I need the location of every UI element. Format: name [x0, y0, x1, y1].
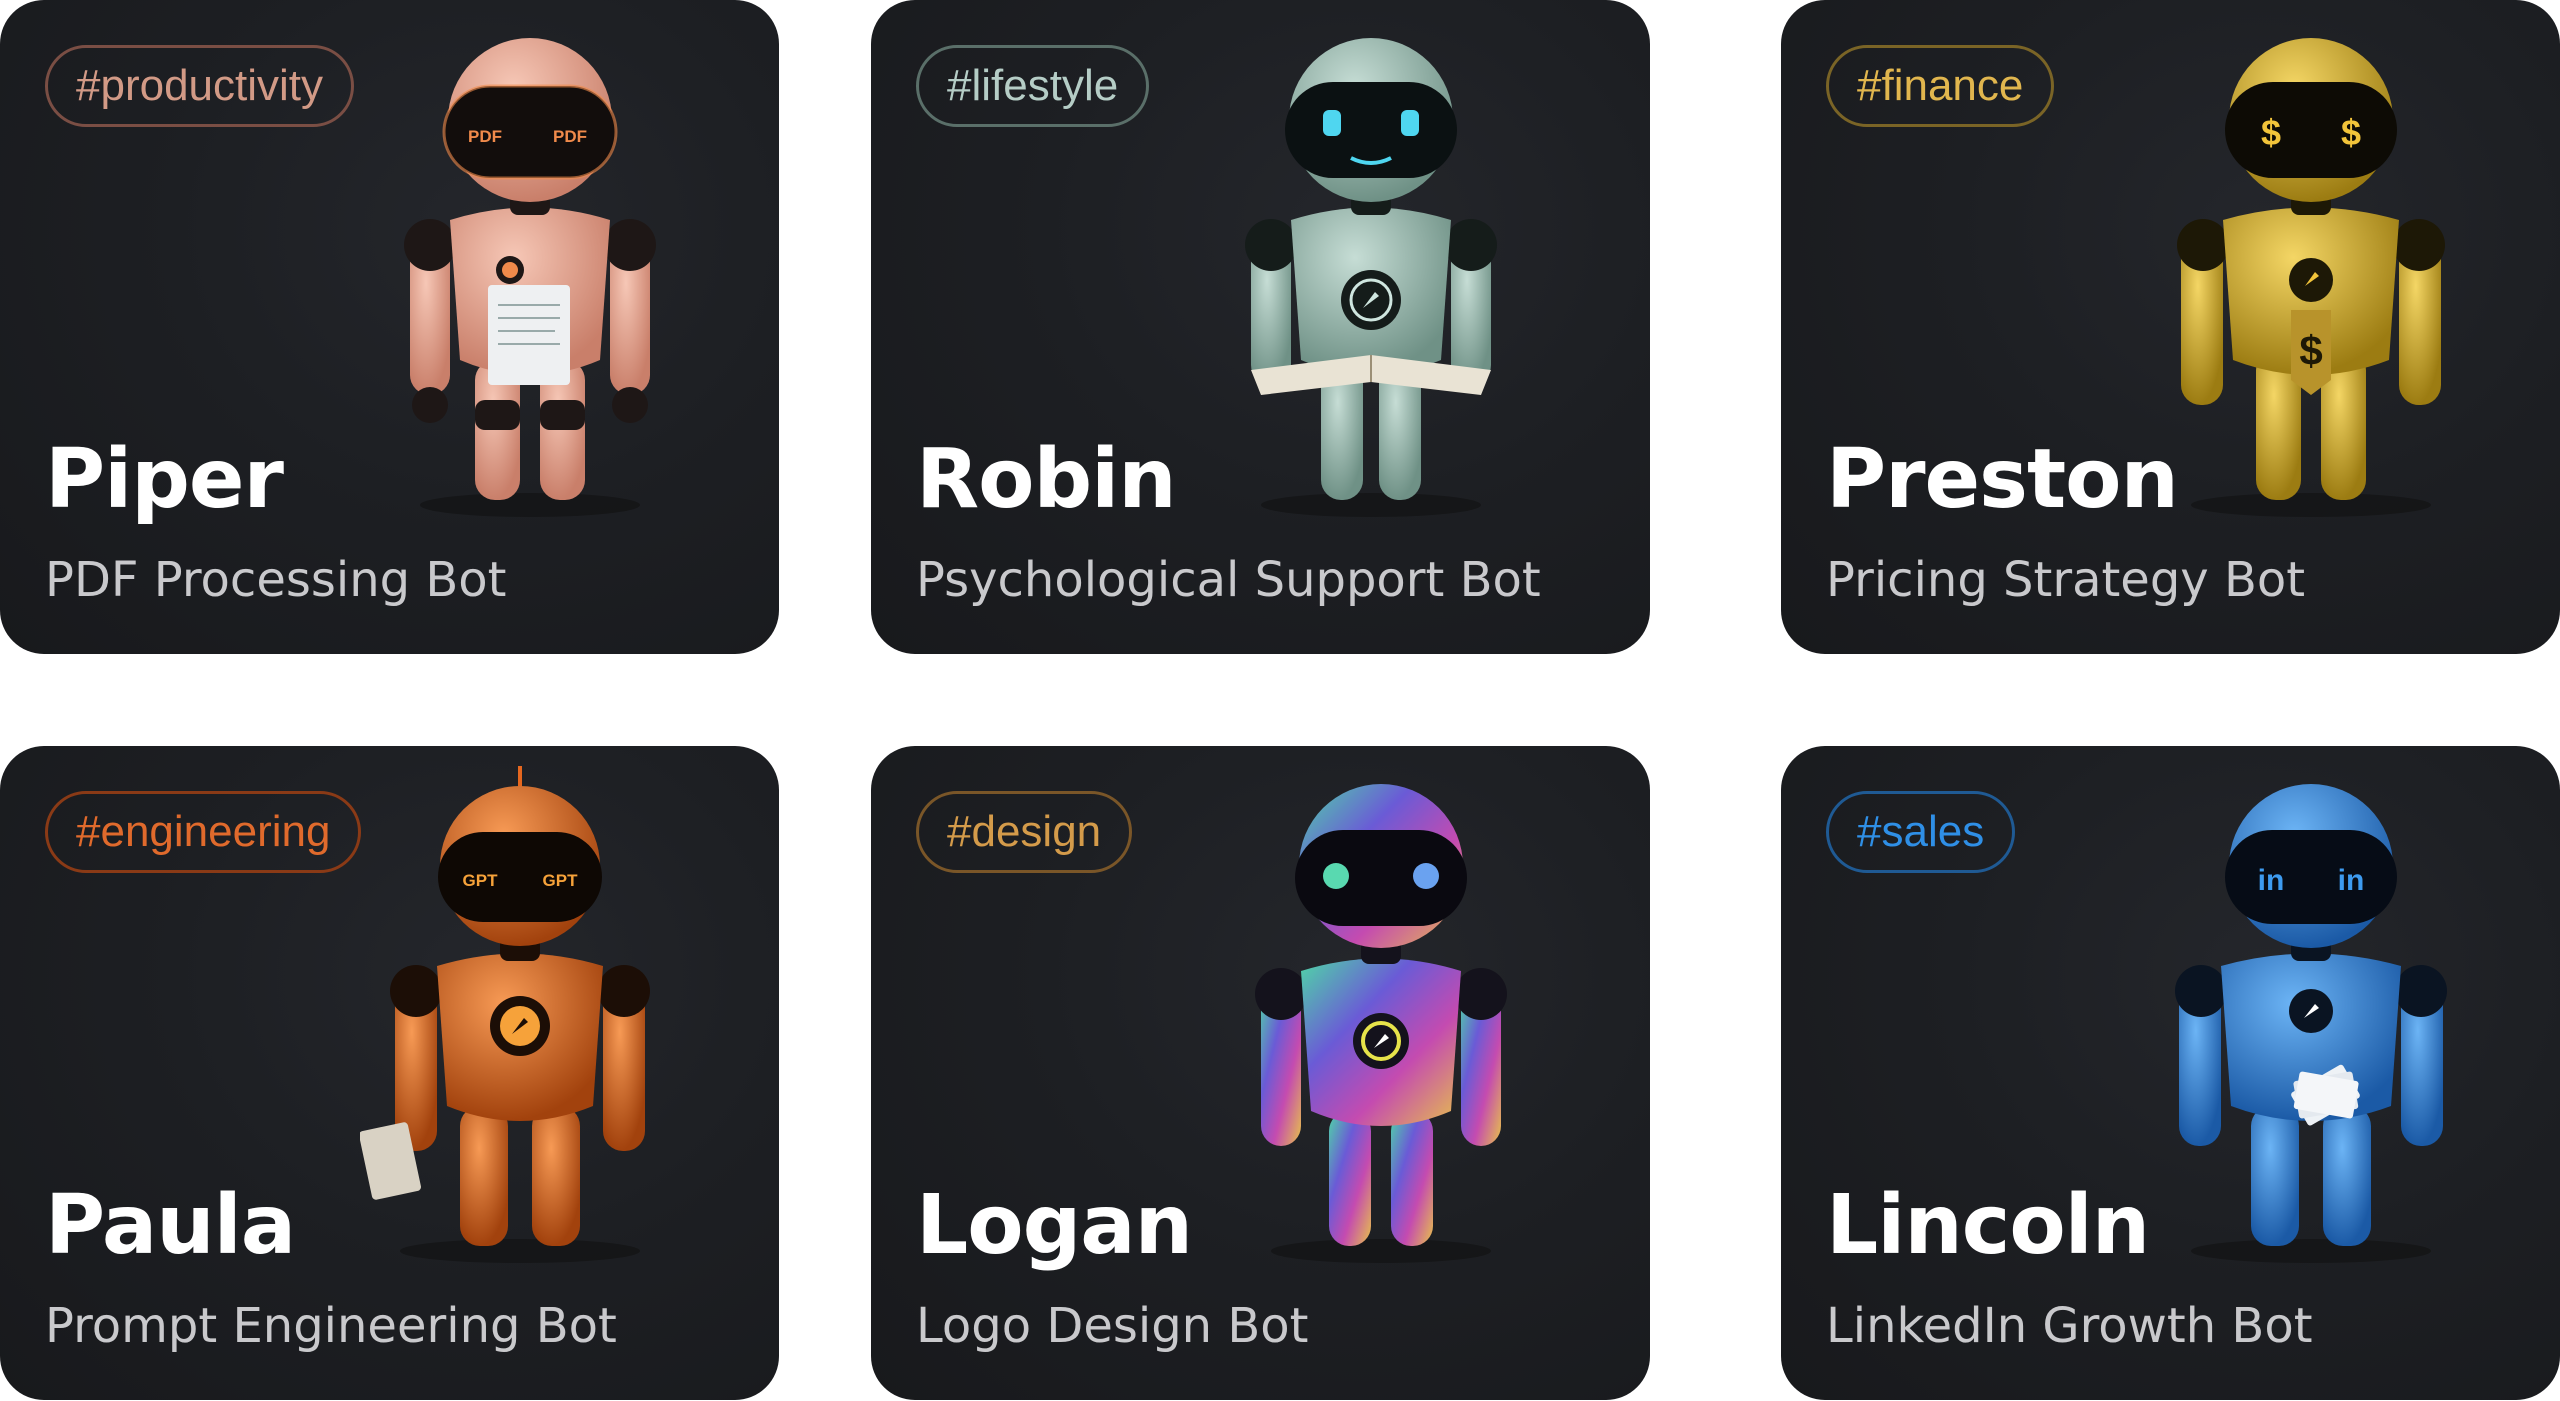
- robot-illustration-preston: $ $ $: [2151, 20, 2471, 520]
- robot-icon: [1255, 784, 1507, 1263]
- category-tag[interactable]: #productivity: [45, 45, 355, 127]
- svg-text:$: $: [2299, 327, 2322, 374]
- robot-icon: [1245, 38, 1497, 517]
- bot-card-logan[interactable]: #design Logan Logo Design Bot: [871, 746, 1650, 1400]
- svg-text:GPT: GPT: [543, 871, 579, 890]
- category-tag[interactable]: #finance: [1826, 45, 2055, 127]
- bot-role: Logo Design Bot: [916, 1298, 1309, 1354]
- robot-illustration-paula: GPT GPT: [360, 766, 680, 1266]
- bot-card-lincoln[interactable]: #sales in in Lincoln LinkedIn Growth Bot: [1781, 746, 2560, 1400]
- svg-text:PDF: PDF: [468, 127, 502, 146]
- bot-card-robin[interactable]: #lifestyle Robin Psychological Support B…: [871, 0, 1650, 654]
- bot-role: PDF Processing Bot: [45, 552, 507, 608]
- svg-text:in: in: [2258, 864, 2285, 897]
- category-tag[interactable]: #lifestyle: [916, 45, 1150, 127]
- bot-role: Prompt Engineering Bot: [45, 1298, 617, 1354]
- robot-illustration-piper: PDF PDF: [370, 20, 690, 520]
- category-tag[interactable]: #design: [916, 791, 1133, 873]
- bot-name: Logan: [916, 1178, 1193, 1273]
- robot-icon: GPT GPT: [360, 766, 650, 1263]
- robot-illustration-robin: [1211, 20, 1531, 520]
- svg-text:$: $: [2261, 112, 2281, 153]
- robot-illustration-logan: [1221, 766, 1541, 1266]
- category-tag[interactable]: #sales: [1826, 791, 2016, 873]
- svg-text:GPT: GPT: [463, 871, 499, 890]
- bot-name: Lincoln: [1826, 1178, 2150, 1273]
- svg-text:$: $: [2341, 112, 2361, 153]
- bot-role: LinkedIn Growth Bot: [1826, 1298, 2313, 1354]
- bot-name: Piper: [45, 432, 284, 527]
- bot-name: Robin: [916, 432, 1177, 527]
- robot-icon: PDF PDF: [404, 38, 656, 517]
- bot-name: Paula: [45, 1178, 296, 1273]
- robot-icon: $ $ $: [2177, 38, 2445, 517]
- bot-card-piper[interactable]: #productivity PDF PDF Piper PDF Processi…: [0, 0, 779, 654]
- robot-icon: in in: [2175, 784, 2447, 1263]
- bot-role: Pricing Strategy Bot: [1826, 552, 2306, 608]
- category-tag[interactable]: #engineering: [45, 791, 362, 873]
- bot-card-grid: #productivity PDF PDF Piper PDF Processi…: [0, 0, 2560, 1401]
- svg-text:PDF: PDF: [553, 127, 587, 146]
- bot-card-preston[interactable]: #finance $ $ $ Preston Pricing Strategy …: [1781, 0, 2560, 654]
- bot-card-paula[interactable]: #engineering GPT GPT Paula Prompt Engine…: [0, 746, 779, 1400]
- bot-name: Preston: [1826, 432, 2179, 527]
- bot-role: Psychological Support Bot: [916, 552, 1541, 608]
- svg-text:in: in: [2338, 864, 2365, 897]
- robot-illustration-lincoln: in in: [2151, 766, 2471, 1266]
